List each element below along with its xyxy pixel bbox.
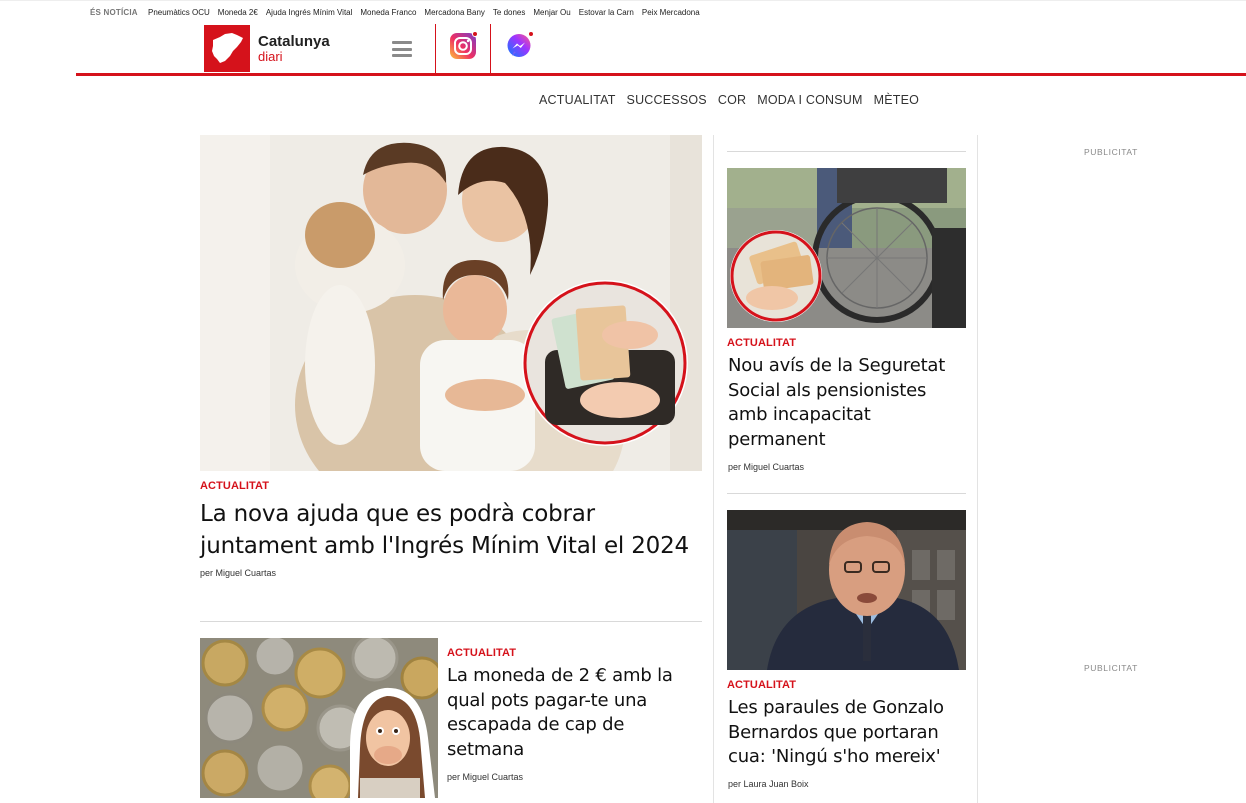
trending-link[interactable]: Pneumàtics OCU bbox=[148, 8, 210, 17]
notification-dot bbox=[528, 31, 534, 37]
ad-label: PUBLICITAT bbox=[1084, 663, 1138, 673]
menu-icon[interactable] bbox=[392, 41, 412, 57]
side-article-image[interactable] bbox=[727, 168, 966, 328]
trending-link[interactable]: Moneda Franco bbox=[360, 8, 416, 17]
header-divider bbox=[435, 24, 436, 73]
ad-label: PUBLICITAT bbox=[1084, 147, 1138, 157]
nav-item-successos[interactable]: SUCCESSOS bbox=[627, 93, 707, 107]
hero-headline[interactable]: La nova ajuda que es podrà cobrar juntam… bbox=[200, 498, 700, 562]
section-nav: ACTUALITAT SUCCESSOS COR MODA I CONSUM M… bbox=[539, 93, 919, 107]
brand-name: Catalunya bbox=[258, 33, 330, 50]
nav-item-moda-i-consum[interactable]: MODA I CONSUM bbox=[757, 93, 862, 107]
nav-item-cor[interactable]: COR bbox=[718, 93, 746, 107]
side-article-byline: per Laura Juan Boix bbox=[728, 779, 809, 789]
side-article-byline: per Miguel Cuartas bbox=[728, 462, 805, 472]
side-article-headline[interactable]: Les paraules de Gonzalo Bernardos que po… bbox=[728, 696, 966, 770]
trending-links: Pneumàtics OCU Moneda 2€ Ajuda Ingrés Mí… bbox=[148, 8, 700, 17]
side-article-category[interactable]: ACTUALITAT bbox=[727, 337, 796, 349]
secondary-byline: per Miguel Cuartas bbox=[447, 772, 524, 782]
header-divider bbox=[490, 24, 491, 73]
trending-link[interactable]: Ajuda Ingrés Mínim Vital bbox=[266, 8, 353, 17]
site-logo[interactable]: Catalunya diari bbox=[204, 25, 330, 72]
trending-link[interactable]: Moneda 2€ bbox=[218, 8, 258, 17]
hero-byline: per Miguel Cuartas bbox=[200, 568, 277, 578]
messenger-icon[interactable] bbox=[506, 31, 534, 59]
article-divider bbox=[200, 621, 702, 622]
trending-link[interactable]: Mercadona Bany bbox=[424, 8, 484, 17]
trending-link[interactable]: Te dones bbox=[493, 8, 525, 17]
side-article-headline[interactable]: Nou avís de la Seguretat Social als pens… bbox=[728, 354, 966, 452]
secondary-category[interactable]: ACTUALITAT bbox=[447, 647, 516, 659]
nav-item-actualitat[interactable]: ACTUALITAT bbox=[539, 93, 616, 107]
column-divider bbox=[713, 135, 714, 803]
hero-article-image[interactable] bbox=[200, 135, 702, 471]
catalonia-map-icon bbox=[204, 25, 250, 72]
site-header: Catalunya diari bbox=[76, 22, 1246, 76]
trending-link[interactable]: Estovar la Carn bbox=[579, 8, 634, 17]
secondary-headline[interactable]: La moneda de 2 € amb la qual pots pagar-… bbox=[447, 664, 692, 762]
side-article-category[interactable]: ACTUALITAT bbox=[727, 679, 796, 691]
instagram-icon[interactable] bbox=[450, 31, 478, 59]
nav-item-meteo[interactable]: MÈTEO bbox=[874, 93, 919, 107]
article-divider bbox=[727, 151, 966, 152]
brand-subname: diari bbox=[258, 49, 283, 64]
trending-link[interactable]: Peix Mercadona bbox=[642, 8, 700, 17]
article-divider bbox=[727, 493, 966, 494]
side-article-image[interactable] bbox=[727, 510, 966, 670]
column-divider bbox=[977, 135, 978, 803]
notification-dot bbox=[472, 31, 478, 37]
trending-link[interactable]: Menjar Ou bbox=[533, 8, 570, 17]
hero-category[interactable]: ACTUALITAT bbox=[200, 480, 269, 492]
trending-bar: ÉS NOTÍCIA Pneumàtics OCU Moneda 2€ Ajud… bbox=[0, 0, 1246, 22]
trending-label: ÉS NOTÍCIA bbox=[90, 8, 138, 17]
secondary-article-image[interactable] bbox=[200, 638, 438, 798]
